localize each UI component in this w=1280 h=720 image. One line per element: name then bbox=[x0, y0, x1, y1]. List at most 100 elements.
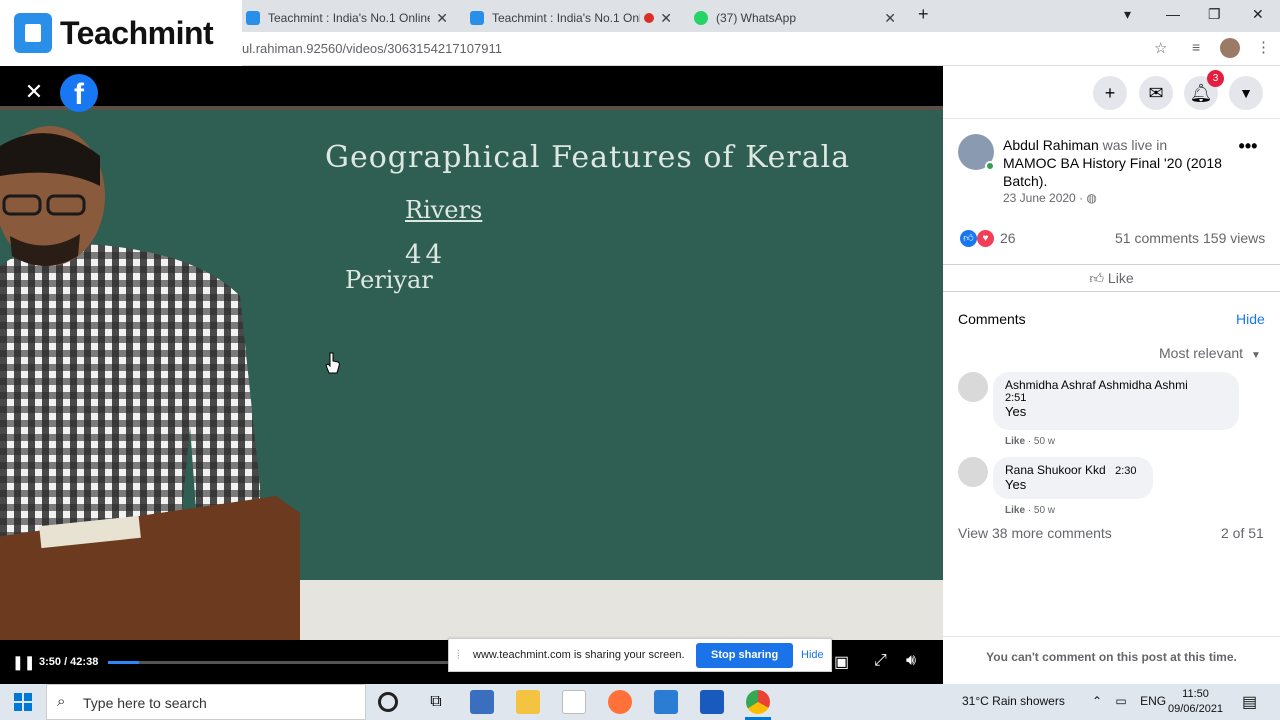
commenter-name[interactable]: Ashmidha Ashraf Ashmidha Ashmi bbox=[1005, 378, 1227, 392]
post-header: Abdul Rahiman was live in MAMOC BA Histo… bbox=[1003, 136, 1223, 190]
commenter-avatar[interactable] bbox=[958, 457, 988, 487]
tab-search-icon[interactable]: ▾ bbox=[1124, 6, 1131, 23]
screen-sharing-bar: ⦙ www.teachmint.com is sharing your scre… bbox=[448, 638, 832, 672]
online-status-icon bbox=[985, 161, 995, 171]
firefox-icon[interactable] bbox=[608, 690, 632, 714]
comment-bubble: Ashmidha Ashraf Ashmidha Ashmi 2:51 Yes bbox=[993, 372, 1239, 430]
close-tab-icon[interactable]: ✕ bbox=[884, 10, 896, 27]
comment-timestamp[interactable]: 2:51 bbox=[1005, 392, 1227, 404]
volume-icon[interactable]: 🔊︎ bbox=[906, 652, 916, 670]
pause-icon[interactable]: ❚❚ bbox=[12, 654, 35, 671]
love-reaction-icon[interactable]: ♥ bbox=[977, 230, 994, 247]
like-button-label: Like bbox=[1107, 270, 1134, 286]
taskbar-search-box[interactable]: ⌕ Type here to search bbox=[46, 684, 366, 720]
recording-icon bbox=[644, 13, 655, 23]
battery-icon[interactable]: ▭ bbox=[1115, 694, 1126, 708]
taskbar-clock[interactable]: 11:50 09/06/2021 bbox=[1168, 687, 1223, 717]
mail-icon[interactable] bbox=[654, 690, 678, 714]
tray-chevron-up-icon[interactable]: ⌃ bbox=[1092, 694, 1102, 708]
view-more-comments-link[interactable]: View 38 more comments bbox=[958, 525, 1112, 541]
comment-age[interactable]: 50 w bbox=[1034, 436, 1055, 447]
comment-timestamp[interactable]: 2:30 bbox=[1115, 465, 1136, 477]
browser-tab-teachmint-1[interactable]: Teachmint : India's No.1 Online t ✕ bbox=[238, 4, 456, 32]
chrome-icon[interactable] bbox=[746, 690, 770, 714]
tab-title: (37) WhatsApp bbox=[716, 11, 797, 25]
bookmark-star-icon[interactable]: ☆ bbox=[1154, 39, 1167, 57]
teachmint-favicon-icon bbox=[246, 11, 260, 25]
fullscreen-icon[interactable]: ⤢ bbox=[874, 652, 887, 670]
close-tab-icon[interactable]: ✕ bbox=[436, 10, 448, 27]
language-indicator[interactable]: ENG bbox=[1140, 694, 1166, 708]
restore-icon[interactable]: ❐ bbox=[1208, 6, 1221, 23]
divider bbox=[943, 118, 1280, 119]
teachmint-wordmark: Teachmint bbox=[60, 14, 214, 51]
picture-in-picture-icon[interactable]: ▣ bbox=[834, 652, 849, 672]
post-header-suffix: . bbox=[1043, 173, 1048, 189]
messenger-icon[interactable]: ✉ bbox=[1139, 76, 1173, 110]
cortana-icon[interactable] bbox=[378, 692, 398, 712]
comments-heading: Comments bbox=[958, 311, 1026, 327]
notepad-icon[interactable] bbox=[562, 690, 586, 714]
weather-widget[interactable]: 31°C Rain showers bbox=[962, 694, 1065, 708]
clock-time: 11:50 bbox=[1182, 688, 1209, 700]
comment-like-button[interactable]: Like bbox=[1005, 436, 1025, 447]
task-view-icon[interactable]: ⧉ bbox=[424, 690, 448, 714]
chevron-down-icon: ▼ bbox=[1250, 350, 1261, 361]
comment-age[interactable]: 50 w bbox=[1034, 505, 1055, 516]
group-name[interactable]: MAMOC BA History Final '20 (2018 Batch) bbox=[1003, 155, 1222, 189]
reaction-count[interactable]: 26 bbox=[1000, 230, 1016, 246]
action-center-icon[interactable]: ▤ bbox=[1242, 692, 1257, 712]
url-field[interactable]: ul.rahiman.92560/videos/3063154217107911 bbox=[242, 41, 502, 56]
commenter-avatar[interactable] bbox=[958, 372, 988, 402]
stop-sharing-button[interactable]: Stop sharing bbox=[696, 643, 794, 668]
create-plus-icon[interactable]: + bbox=[1093, 76, 1127, 110]
commenter-name[interactable]: Rana Shukoor Kkd bbox=[1005, 463, 1106, 477]
like-reaction-icon[interactable]: 👍︎ bbox=[960, 230, 977, 247]
comment-text: Yes bbox=[1005, 477, 1027, 492]
progress-fill bbox=[108, 661, 139, 664]
comment-meta: Like · 50 w bbox=[1005, 505, 1056, 516]
comment-text: Yes bbox=[1005, 404, 1027, 419]
post-date: 23 June 2020 · ◍ bbox=[1003, 191, 1097, 205]
post-date-text[interactable]: 23 June 2020 · bbox=[1003, 191, 1086, 205]
comment-like-button[interactable]: Like bbox=[1005, 505, 1025, 516]
search-placeholder: Type here to search bbox=[83, 695, 207, 711]
sort-label: Most relevant bbox=[1159, 345, 1244, 361]
author-name[interactable]: Abdul Rahiman bbox=[1003, 137, 1099, 153]
more-options-icon[interactable]: ••• bbox=[1231, 136, 1265, 166]
progress-bar[interactable] bbox=[108, 661, 448, 664]
profile-avatar[interactable] bbox=[1220, 38, 1240, 58]
comment-sort-dropdown[interactable]: Most relevant ▼ bbox=[1159, 345, 1261, 361]
close-tab-icon[interactable]: ✕ bbox=[660, 10, 672, 27]
hide-comments-button[interactable]: Hide bbox=[1236, 311, 1265, 327]
word-icon[interactable] bbox=[700, 690, 724, 714]
file-explorer-icon[interactable] bbox=[516, 690, 540, 714]
browser-menu-icon[interactable]: ⋮ bbox=[1256, 38, 1271, 56]
view-count: 159 views bbox=[1203, 230, 1266, 246]
facebook-top-actions: + ✉ 🔔︎ 3 ▼ bbox=[943, 66, 1280, 118]
windows-start-icon[interactable] bbox=[14, 693, 32, 711]
reaction-summary: 👍︎ ♥ 26 51 comments 159 views bbox=[958, 228, 1268, 248]
hide-sharing-bar-button[interactable]: Hide bbox=[801, 649, 824, 661]
system-tray: ⌃ ▭ ENG bbox=[1092, 694, 1166, 708]
browser-tab-teachmint-2[interactable]: Teachmint : India's No.1 Onli ✕ bbox=[462, 4, 680, 32]
close-video-icon[interactable]: ✕ bbox=[22, 80, 46, 104]
browser-tab-whatsapp[interactable]: (37) WhatsApp ✕ bbox=[686, 4, 904, 32]
drag-handle-icon[interactable]: ⦙ bbox=[457, 648, 460, 663]
notification-badge: 3 bbox=[1207, 70, 1224, 87]
facebook-logo-icon[interactable]: f bbox=[60, 74, 98, 112]
store-icon[interactable] bbox=[470, 690, 494, 714]
audience-globe-icon: ◍ bbox=[1086, 191, 1097, 205]
account-menu-icon[interactable]: ▼ bbox=[1229, 76, 1263, 110]
teachmint-logo: Teachmint bbox=[0, 0, 242, 66]
video-player[interactable]: Geographical Features of Kerala Rivers 4… bbox=[0, 66, 943, 640]
new-tab-icon[interactable]: + bbox=[918, 4, 929, 25]
like-button[interactable]: 👍︎ Like bbox=[943, 264, 1280, 292]
comment-count[interactable]: 51 comments bbox=[1115, 230, 1199, 246]
thumbs-up-icon: 👍︎ bbox=[1089, 270, 1105, 286]
reading-list-icon[interactable]: ≡ bbox=[1192, 39, 1200, 55]
search-icon: ⌕ bbox=[57, 693, 66, 710]
close-window-icon[interactable]: ✕ bbox=[1252, 6, 1264, 23]
minimize-icon[interactable]: — bbox=[1166, 6, 1180, 22]
comment-bubble: Rana Shukoor Kkd 2:30 Yes bbox=[993, 457, 1153, 499]
